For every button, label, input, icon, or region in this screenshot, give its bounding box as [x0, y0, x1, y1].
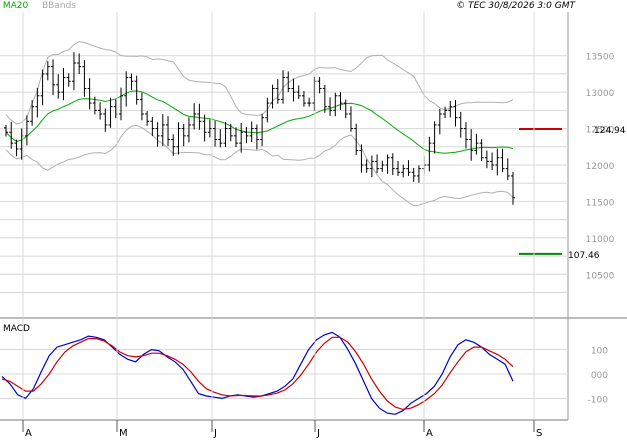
price-tick-label: 13500 [586, 53, 615, 63]
macd-tick-label: -100 [588, 395, 609, 405]
source-timestamp-text: © TEC 30/8/2026 3:0 GMT [456, 1, 575, 11]
macd-y-tick-labels: 100 000 -100 [588, 347, 609, 406]
macd-series-macd [1, 331, 514, 415]
legend-ma20: MA20 [0, 0, 28, 12]
month-tick-label: S [536, 428, 542, 439]
macd-panel-title: MACD [3, 324, 30, 334]
source-timestamp: © TEC 30/8/2026 3:0 GMT [456, 0, 575, 12]
bbands-legend-label: BBands [42, 1, 76, 11]
macd-grid [0, 349, 568, 399]
chart-stage: 13500 13000 12500 12000 11500 11000 10500 124.… [0, 0, 627, 440]
price-tick-label: 13000 [586, 89, 615, 99]
macd-tick-label: 100 [591, 347, 608, 357]
month-tick-label: J [213, 428, 217, 439]
price-tick-label: 11000 [586, 235, 615, 245]
price-tick-label: 11500 [586, 198, 615, 208]
price-tick-label: 12000 [586, 162, 615, 172]
month-tick-label: J [316, 428, 320, 439]
ma20-legend-label: MA20 [2, 1, 29, 11]
price-tick-label: 10500 [586, 271, 615, 281]
month-tick-label: A [426, 428, 433, 439]
price-level-label: 124.94 [594, 126, 626, 136]
macd-lines [1, 331, 514, 415]
price-level-label: 107.46 [568, 251, 600, 261]
legend-bbands: BBands [42, 0, 76, 12]
chart-svg: 13500130001250012000115001100010500 124.… [0, 0, 627, 439]
macd-tick-label: 000 [591, 371, 608, 381]
price-panel-background [0, 0, 627, 318]
month-tick-label: A [25, 428, 32, 439]
month-tick-label: M [119, 428, 128, 439]
